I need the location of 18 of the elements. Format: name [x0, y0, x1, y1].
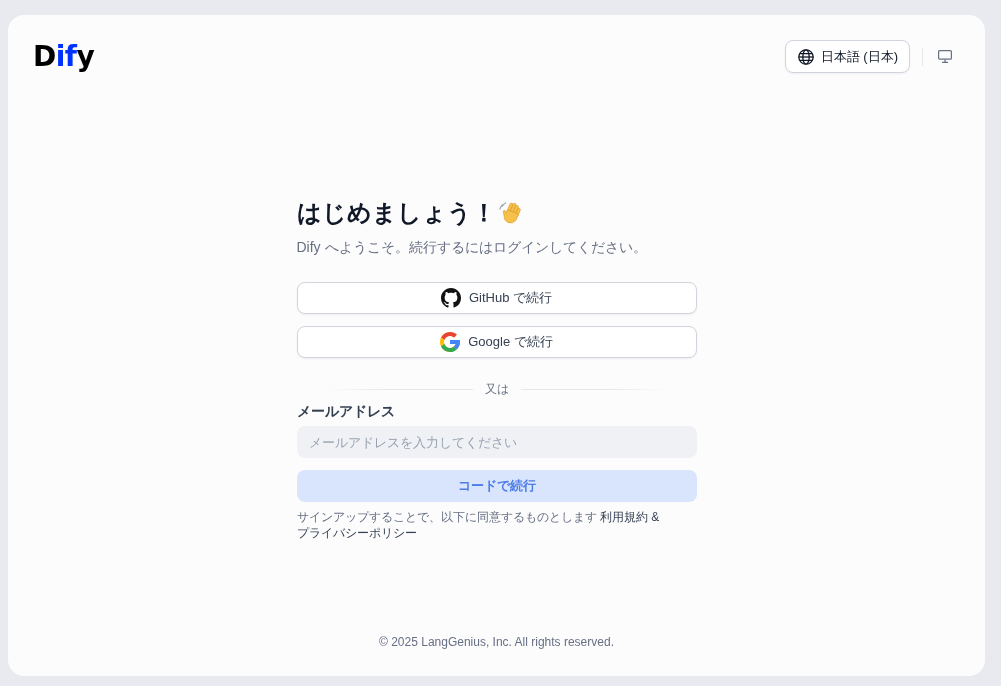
- copyright-text: © 2025 LangGenius, Inc. All rights reserved.: [379, 634, 614, 650]
- google-logo-icon: [440, 332, 461, 352]
- monitor-icon[interactable]: [938, 50, 952, 63]
- email-label: メールアドレス: [296, 402, 396, 421]
- privacy-policy-link[interactable]: プライバシーポリシー: [296, 526, 417, 540]
- divider-text: 又は: [484, 381, 509, 397]
- globe-icon: [797, 48, 814, 65]
- email-input[interactable]: メールアドレスを入力してください: [296, 426, 697, 458]
- logo: Dify: [33, 40, 95, 73]
- terms-link[interactable]: 利用規約: [599, 510, 648, 524]
- github-logo-icon: [440, 288, 461, 308]
- github-login-button[interactable]: GitHub で続行: [296, 282, 697, 314]
- waving-hand-icon: [497, 200, 523, 226]
- welcome-text: Dify へようこそ。続行するにはログインしてください。: [296, 238, 648, 257]
- page-title: はじめましょう！: [296, 198, 496, 228]
- language-button[interactable]: 日本語 (日本): [784, 40, 910, 73]
- google-login-button[interactable]: Google で続行: [296, 326, 697, 358]
- terms-text: サインアップすることで、以下に同意するものとします 利用規約 & プライバシーポリシー: [296, 509, 661, 541]
